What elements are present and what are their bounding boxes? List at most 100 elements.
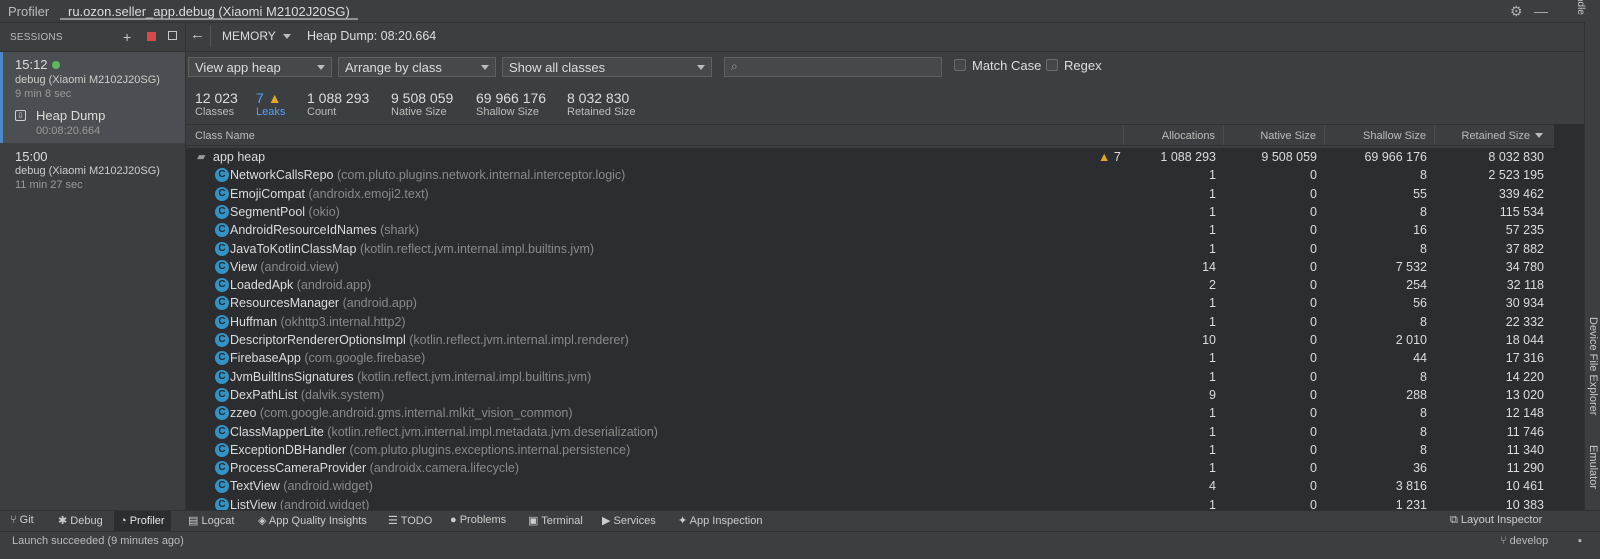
tool-app-quality-insights[interactable]: ◈ App Quality Insights [258, 514, 367, 527]
tool-todo[interactable]: ☰ TODO [388, 514, 432, 527]
leaks-label[interactable]: Leaks [256, 106, 285, 118]
cell-retained: 12 148 [1505, 406, 1544, 421]
settings-gear-icon[interactable]: ⚙ [1510, 3, 1523, 20]
cell-native: 0 [1310, 351, 1317, 366]
minimize-icon[interactable]: — [1534, 3, 1548, 19]
cell-retained: 10 461 [1505, 479, 1544, 494]
leaks-count[interactable]: 7 ▲ [256, 90, 282, 106]
class-name: TextView (android.widget) [230, 479, 373, 493]
class-icon: C [215, 442, 229, 457]
cell-retained: 17 316 [1505, 351, 1544, 366]
table-row[interactable]: C View (android.view) 14 0 7 532 34 780 [186, 258, 1554, 276]
cell-allocations: 9 [1209, 387, 1216, 402]
col-native-size[interactable]: Native Size [1224, 125, 1325, 145]
add-session-icon[interactable]: + [123, 29, 131, 45]
table-row[interactable]: C ExceptionDBHandler (com.pluto.plugins.e… [186, 441, 1554, 459]
session-item[interactable]: 15:00 debug (Xiaomi M2102J20SG) 11 min 2… [0, 143, 185, 193]
search-icon: ⌕ [731, 59, 738, 73]
notifications-icon[interactable]: ▪ [1578, 535, 1582, 547]
stop-session-icon[interactable] [147, 32, 156, 41]
heap-dump-label[interactable]: Heap Dump [36, 108, 105, 123]
table-row[interactable]: Czzeo (com.google.android.gms.internal.m… [186, 404, 1554, 422]
sort-descending-icon[interactable] [1535, 133, 1543, 138]
table-row[interactable]: C LoadedApk (android.app) 2 0 254 32 118 [186, 276, 1554, 294]
table-row[interactable]: C ClassMapperLite (kotlin.reflect.jvm.int… [186, 423, 1554, 441]
status-message: Launch succeeded (9 minutes ago) [12, 535, 184, 547]
session-time: 15:00 [15, 149, 48, 164]
back-arrow-icon[interactable]: ← [190, 26, 205, 43]
table-row[interactable]: C NetworkCallsRepo (com.pluto.plugins.net… [186, 166, 1554, 185]
profiler-tab[interactable]: ru.ozon.seller_app.debug (Xiaomi M2102J2… [60, 0, 358, 20]
table-row[interactable]: C JavaToKotlinClassMap (kotlin.reflect.jv… [186, 240, 1554, 258]
tool-debug[interactable]: ✱ Debug [58, 514, 103, 527]
cell-retained: 37 882 [1505, 241, 1544, 256]
class-simple-name: DexPathList [230, 387, 298, 402]
cell-allocations: 1 [1209, 406, 1216, 421]
table-row-root[interactable]: ▰ app heap ▲ 7 1 088 293 9 508 059 69 966 176… [186, 148, 1554, 166]
tool-terminal[interactable]: ▣ Terminal [528, 514, 583, 527]
class-icon: C [215, 424, 229, 439]
chevron-down-icon[interactable] [283, 34, 291, 39]
table-row[interactable]: C EmojiCompat (androidx.emoji2.text) 1 0 55 3… [186, 185, 1554, 203]
table-row[interactable]: C TextView (android.widget) 4 0 3 816 10 461 [186, 477, 1554, 495]
cell-retained: 34 780 [1505, 259, 1544, 274]
table-row[interactable]: C SegmentPool (okio) 1 0 8 115 534 [186, 203, 1554, 221]
table-row[interactable]: C ListView (android.widget) 1 0 1 231 10 383 [186, 496, 1554, 510]
tool-profiler[interactable]: ◔ Profiler [114, 511, 171, 531]
tool-logcat[interactable]: ▤ Logcat [188, 514, 234, 527]
heap-select[interactable]: View app heap [188, 57, 332, 77]
sessions-panel: SESSIONS + 15:12 debug (Xiaomi M2102J20S… [0, 23, 186, 510]
match-case-label[interactable]: Match Case [972, 58, 1041, 73]
col-shallow-size[interactable]: Shallow Size [1325, 125, 1435, 145]
class-name: Huffman (okhttp3.internal.http2) [230, 315, 406, 329]
table-row[interactable]: C AndroidResourceIdNames (shark) 1 0 16 57 23… [186, 221, 1554, 239]
cell-allocations: 1 [1209, 442, 1216, 457]
device-file-explorer-tab[interactable]: Device File Explorer [1587, 317, 1599, 415]
table-row[interactable]: C ProcessCameraProvider (androidx.camera.… [186, 459, 1554, 477]
toolbar-divider [210, 25, 211, 47]
class-simple-name: DescriptorRendererOptionsImpl [230, 333, 406, 347]
tool-git[interactable]: ⑂ Git [10, 514, 34, 526]
tool-layout-inspector[interactable]: ⧉ Layout Inspector [1450, 514, 1542, 527]
profiler-selector[interactable]: MEMORY [222, 29, 276, 43]
collapse-panel-icon[interactable] [168, 31, 177, 40]
cell-retained: 8 032 830 [1488, 150, 1544, 164]
class-name: ProcessCameraProvider (androidx.camera.l… [230, 461, 519, 475]
vcs-branch[interactable]: ⑂ develop [1500, 535, 1548, 547]
table-row[interactable]: C ResourcesManager (android.app) 1 0 56 30 93… [186, 294, 1554, 312]
table-row[interactable]: C FirebaseApp (com.google.firebase) 1 0 44 17… [186, 349, 1554, 367]
vertical-scrollbar[interactable] [1554, 124, 1584, 510]
class-package: (androidx.emoji2.text) [308, 186, 429, 201]
right-tool-gradle[interactable]: adle [1575, 0, 1586, 15]
table-row[interactable]: C JvmBuiltInsSignatures (kotlin.reflect.j… [186, 368, 1554, 386]
sessions-label: SESSIONS [10, 32, 63, 43]
regex-checkbox[interactable] [1046, 59, 1058, 71]
table-row[interactable]: C DescriptorRendererOptionsImpl (kotlin.r… [186, 331, 1554, 349]
tool-app-inspection[interactable]: ✦ App Inspection [678, 514, 762, 527]
class-icon: C [215, 369, 229, 384]
table-row[interactable]: C Huffman (okhttp3.internal.http2) 1 0 8 22 3… [186, 313, 1554, 331]
class-simple-name: Huffman [230, 314, 278, 329]
class-simple-name: JavaToKotlinClassMap [230, 241, 357, 256]
table-row[interactable]: C DexPathList (dalvik.system) 9 0 288 13 020 [186, 386, 1554, 404]
emulator-tab[interactable]: Emulator [1587, 445, 1599, 489]
cell-native: 0 [1310, 259, 1317, 274]
session-duration: 11 min 27 sec [15, 179, 83, 191]
tool-window-bar: ⑂ Git ✱ Debug ◔ Profiler ▤ Logcat ◈ App … [0, 510, 1600, 531]
shallow-size-label: Shallow Size [476, 106, 539, 118]
col-class-name[interactable]: Class Name [186, 125, 1124, 145]
match-case-checkbox[interactable] [954, 59, 966, 71]
tool-services[interactable]: ▶ Services [602, 514, 656, 527]
profiler-toolbar: ← MEMORY Heap Dump: 08:20.664 [186, 23, 1584, 52]
tool-problems[interactable]: ● Problems [450, 514, 506, 526]
session-device: debug (Xiaomi M2102J20SG) [15, 165, 160, 177]
session-time: 15:12 [15, 57, 60, 72]
regex-label[interactable]: Regex [1064, 58, 1102, 73]
arrange-select[interactable]: Arrange by class [338, 57, 496, 77]
classes-filter-select[interactable]: Show all classes [502, 57, 712, 77]
session-item-active[interactable]: 15:12 debug (Xiaomi M2102J20SG) 9 min 8 … [0, 52, 185, 143]
col-allocations[interactable]: Allocations [1124, 125, 1224, 145]
root-leak-count[interactable]: ▲ 7 [1098, 150, 1121, 164]
cell-native: 0 [1310, 497, 1317, 510]
search-input[interactable]: ⌕ [724, 57, 942, 77]
